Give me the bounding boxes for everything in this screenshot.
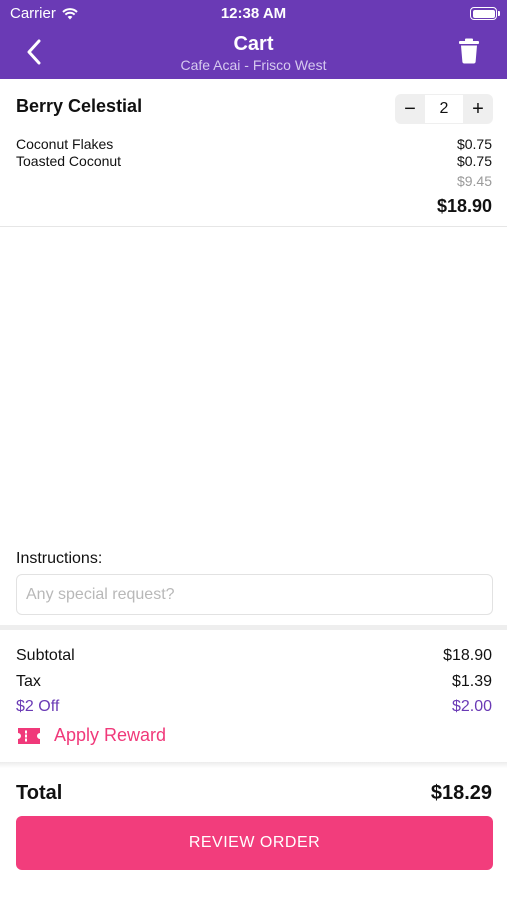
modifier-price: $0.75	[456, 153, 492, 169]
modifier-price: $0.75	[456, 136, 492, 152]
total-value: $18.29	[430, 782, 492, 804]
subtotal-label: Subtotal	[16, 647, 75, 664]
increase-quantity-button[interactable]: +	[463, 94, 493, 124]
apply-reward-button[interactable]: Apply Reward	[16, 725, 166, 746]
modifier-name: Toasted Coconut	[16, 153, 122, 169]
section-divider	[0, 625, 507, 630]
instructions-label: Instructions:	[16, 550, 103, 567]
battery-icon	[470, 7, 500, 20]
cart-item[interactable]: Berry Celestial − 2 + Coconut Flakes $0.…	[0, 79, 507, 227]
review-order-button[interactable]: REVIEW ORDER	[16, 816, 493, 870]
subtotal-value: $18.90	[443, 647, 492, 664]
subtotal-row: Subtotal $18.90	[16, 647, 492, 665]
clear-cart-button[interactable]	[457, 38, 481, 64]
item-base-price: $9.45	[456, 173, 492, 189]
tax-value: $1.39	[451, 673, 492, 690]
discount-label: $2 Off	[16, 698, 60, 715]
apply-reward-label: Apply Reward	[54, 725, 167, 745]
modifier-name: Coconut Flakes	[16, 136, 114, 152]
item-name: Berry Celestial	[16, 96, 143, 116]
modifier-row: Coconut Flakes $0.75	[16, 136, 492, 152]
quantity-value: 2	[425, 94, 463, 124]
total-row: Total $18.29	[16, 782, 492, 805]
discount-value: $2.00	[451, 698, 492, 715]
footer-divider	[0, 762, 507, 768]
item-line-total: $18.90	[436, 196, 492, 216]
page-title: Cart	[233, 33, 274, 55]
tax-label: Tax	[16, 673, 41, 690]
total-label: Total	[16, 782, 63, 804]
status-time: 12:38 AM	[220, 5, 287, 22]
trash-icon	[459, 38, 479, 64]
page-subtitle: Cafe Acai - Frisco West	[180, 57, 327, 73]
discount-row: $2 Off $2.00	[16, 698, 492, 716]
header-bar: Carrier 12:38 AM Cart Cafe Acai - Frisco…	[0, 0, 507, 79]
decrease-quantity-button[interactable]: −	[395, 94, 425, 124]
special-request-input[interactable]	[16, 574, 493, 615]
ticket-icon	[18, 727, 40, 744]
status-bar: Carrier 12:38 AM	[0, 0, 507, 28]
tax-row: Tax $1.39	[16, 673, 492, 691]
quantity-stepper: − 2 +	[395, 94, 493, 124]
modifier-row: Toasted Coconut $0.75	[16, 153, 492, 169]
